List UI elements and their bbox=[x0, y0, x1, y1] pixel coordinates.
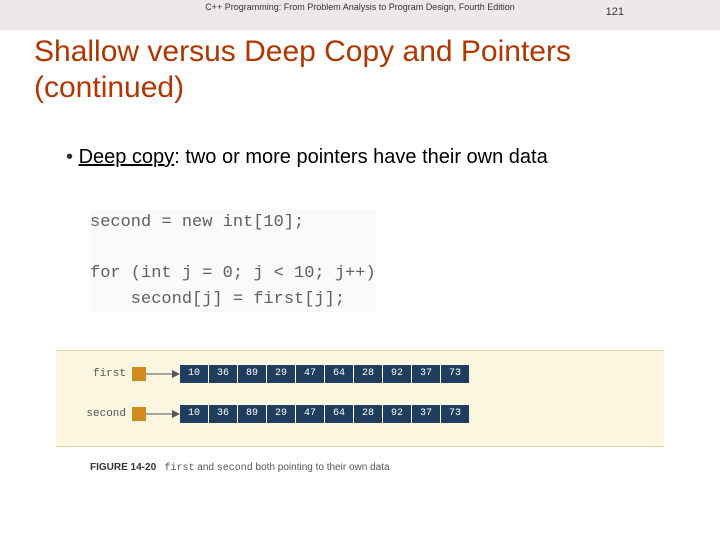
cells-first: 10 36 89 29 47 64 28 92 37 73 bbox=[180, 365, 469, 383]
cell: 28 bbox=[354, 405, 383, 423]
cell: 29 bbox=[267, 365, 296, 383]
cell: 47 bbox=[296, 365, 325, 383]
bullet-term: Deep copy bbox=[79, 146, 175, 168]
cell: 73 bbox=[441, 365, 469, 383]
bullet-item: Deep copy: two or more pointers have the… bbox=[66, 146, 700, 169]
code-line-1: second = new int[10]; bbox=[90, 213, 304, 232]
cell: 28 bbox=[354, 365, 383, 383]
caption-code-b: second bbox=[217, 463, 253, 474]
slide-title: Shallow versus Deep Copy and Pointers (c… bbox=[34, 34, 700, 106]
book-title-text: C++ Programming: From Problem Analysis t… bbox=[205, 2, 515, 12]
figure-caption-label: FIGURE 14-20 bbox=[90, 462, 156, 473]
cell: 73 bbox=[441, 405, 469, 423]
cell: 37 bbox=[412, 405, 441, 423]
cell: 92 bbox=[383, 405, 412, 423]
arrow-icon bbox=[146, 367, 180, 381]
row-first: first 10 36 89 29 47 64 28 92 37 73 bbox=[56, 365, 469, 383]
cell: 29 bbox=[267, 405, 296, 423]
cell: 89 bbox=[238, 405, 267, 423]
code-block: second = new int[10]; for (int j = 0; j … bbox=[90, 210, 376, 312]
cell: 36 bbox=[209, 405, 238, 423]
arrow-icon bbox=[146, 407, 180, 421]
cell: 36 bbox=[209, 365, 238, 383]
code-line-4: second[j] = first[j]; bbox=[90, 290, 345, 309]
cell: 64 bbox=[325, 405, 354, 423]
bullet-rest: : two or more pointers have their own da… bbox=[174, 146, 548, 168]
cell: 89 bbox=[238, 365, 267, 383]
bullet-list: Deep copy: two or more pointers have the… bbox=[26, 146, 700, 169]
figure-caption: FIGURE 14-20 first and second both point… bbox=[90, 462, 390, 474]
cells-second: 10 36 89 29 47 64 28 92 37 73 bbox=[180, 405, 469, 423]
cell: 64 bbox=[325, 365, 354, 383]
caption-code-a: first bbox=[164, 463, 194, 474]
cell: 37 bbox=[412, 365, 441, 383]
code-line-3: for (int j = 0; j < 10; j++) bbox=[90, 264, 376, 283]
page-number: 121 bbox=[606, 6, 624, 18]
row-second-label: second bbox=[56, 408, 132, 420]
cell: 10 bbox=[180, 405, 209, 423]
pointer-box-first bbox=[132, 367, 146, 381]
row-first-label: first bbox=[56, 368, 132, 380]
caption-end: both pointing to their own data bbox=[253, 462, 390, 473]
pointer-box-second bbox=[132, 407, 146, 421]
cell: 92 bbox=[383, 365, 412, 383]
cell: 10 bbox=[180, 365, 209, 383]
caption-mid: and bbox=[195, 462, 217, 473]
row-second: second 10 36 89 29 47 64 28 92 37 73 bbox=[56, 405, 469, 423]
cell: 47 bbox=[296, 405, 325, 423]
slide: C++ Programming: From Problem Analysis t… bbox=[0, 0, 720, 540]
